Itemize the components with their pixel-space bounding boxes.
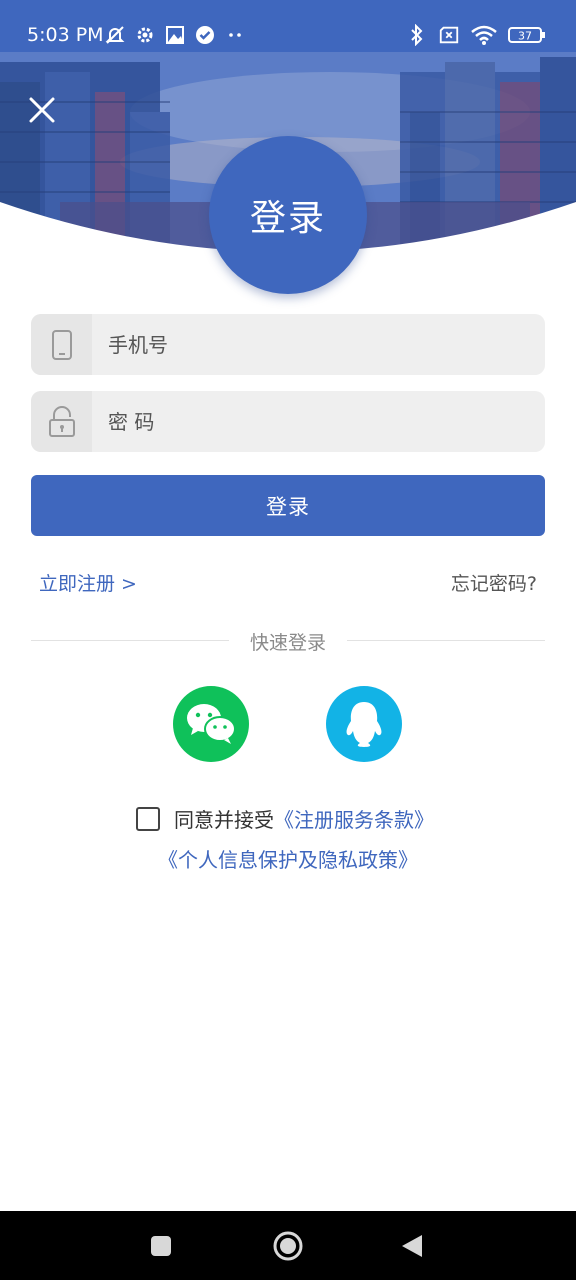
login-badge-title: 登录 <box>249 198 326 239</box>
wechat-icon <box>187 704 236 744</box>
battery-level: 37 <box>518 30 532 43</box>
phone-icon <box>51 329 72 360</box>
gear-icon <box>134 24 156 46</box>
status-icons-right: 37 <box>406 24 546 46</box>
register-link[interactable]: 立即注册 > <box>39 569 137 596</box>
forgot-password-link[interactable]: 忘记密码? <box>451 569 537 596</box>
login-badge: 登录 <box>209 136 367 294</box>
agreement-row: 同意并接受 《注册服务条款》 <box>136 804 434 833</box>
divider-right <box>347 640 545 641</box>
sim-x-icon <box>438 24 460 46</box>
back-triangle-icon <box>402 1234 422 1257</box>
back-button[interactable] <box>382 1211 442 1280</box>
recents-square-icon <box>151 1235 171 1256</box>
status-time: 5:03 PM <box>27 24 104 46</box>
more-dots-icon <box>224 24 246 46</box>
quick-login-title: 快速登录 <box>249 632 326 654</box>
phone-input[interactable] <box>92 314 545 375</box>
wechat-login-button[interactable] <box>173 686 249 762</box>
phone-field <box>31 314 545 375</box>
bluetooth-icon <box>406 24 428 46</box>
phone-icon-box <box>31 314 92 375</box>
password-field <box>31 391 545 452</box>
check-circle-icon <box>194 24 216 46</box>
status-bar: 5:03 PM 37 <box>0 0 576 52</box>
home-button[interactable] <box>258 1211 318 1280</box>
lock-icon <box>48 405 75 437</box>
mute-icon <box>104 24 126 46</box>
qq-login-button[interactable] <box>326 686 402 762</box>
recents-button[interactable] <box>131 1211 191 1280</box>
terms-link[interactable]: 《注册服务条款》 <box>274 804 434 833</box>
agree-checkbox[interactable] <box>136 806 160 831</box>
qq-penguin-icon <box>346 702 382 747</box>
close-button[interactable] <box>24 92 60 128</box>
wifi-icon <box>470 24 498 46</box>
status-icons-left <box>104 24 246 46</box>
privacy-policy-link[interactable]: 《个人信息保护及隐私政策》 <box>0 844 576 873</box>
battery-icon: 37 <box>508 24 546 46</box>
login-screen: 5:03 PM 37 登录 手机号 登录 立即注册 > 忘记密码? 快速登录 同… <box>0 0 576 1280</box>
home-circle-icon <box>273 1231 303 1260</box>
close-icon <box>29 97 55 123</box>
navigation-bar <box>0 1211 576 1280</box>
password-input[interactable] <box>92 391 545 452</box>
login-button[interactable]: 登录 <box>31 475 545 536</box>
lock-icon-box <box>31 391 92 452</box>
photo-icon <box>164 24 186 46</box>
agreement-prefix: 同意并接受 <box>174 808 274 832</box>
